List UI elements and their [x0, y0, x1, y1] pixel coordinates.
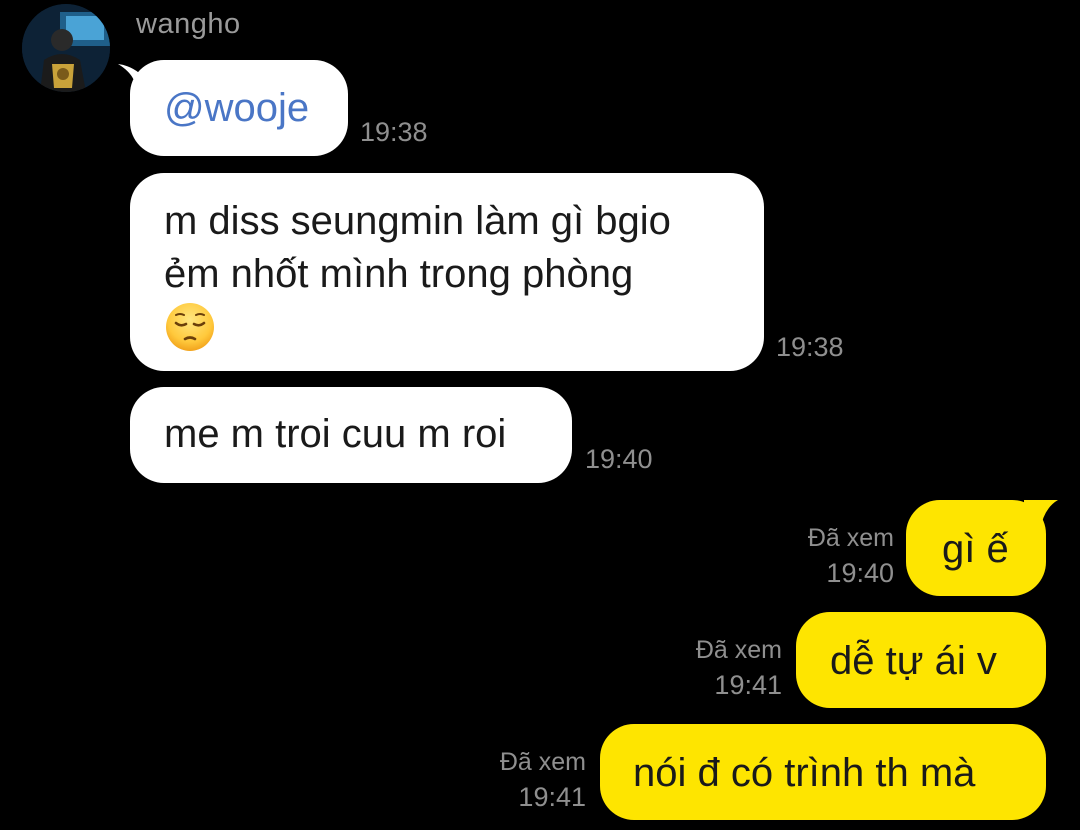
pensive-face-emoji — [164, 301, 216, 367]
message-text: me m troi cuu m roi — [164, 412, 507, 456]
read-status: Đã xem — [695, 636, 782, 664]
mention-text[interactable]: @wooje — [164, 86, 309, 130]
message-time: 19:38 — [360, 117, 428, 147]
message-time: 19:40 — [826, 558, 894, 588]
incoming-message-2[interactable]: m diss seungmin làm gì bgio ẻm nhốt mình… — [130, 173, 764, 371]
message-time: 19:40 — [585, 444, 653, 474]
message-meta: Đã xem 19:40 — [808, 522, 894, 592]
incoming-message-1[interactable]: @wooje — [130, 60, 348, 156]
outgoing-message-2[interactable]: dễ tự ái v — [796, 612, 1046, 708]
read-status: Đã xem — [499, 748, 586, 776]
message-line: m diss seungmin làm gì bgio — [164, 199, 671, 243]
sender-name: wangho — [136, 8, 241, 40]
message-text: dễ tự ái v — [830, 639, 997, 683]
outgoing-message-3[interactable]: nói đ có trình th mà — [600, 724, 1046, 820]
message-text: gì ế — [942, 527, 1009, 571]
message-meta: Đã xem 19:41 — [500, 746, 586, 816]
message-time: 19:41 — [518, 782, 586, 812]
message-time: 19:38 — [776, 332, 844, 362]
sender-avatar[interactable] — [22, 4, 110, 92]
message-time: 19:41 — [714, 670, 782, 700]
message-meta: Đã xem 19:41 — [696, 634, 782, 704]
message-line: ẻm nhốt mình trong phòng — [164, 252, 634, 296]
outgoing-bubble-tail — [1024, 500, 1058, 530]
incoming-message-3[interactable]: me m troi cuu m roi — [130, 387, 572, 483]
avatar-image — [22, 4, 110, 92]
message-text: nói đ có trình th mà — [633, 751, 976, 795]
read-status: Đã xem — [807, 524, 894, 552]
